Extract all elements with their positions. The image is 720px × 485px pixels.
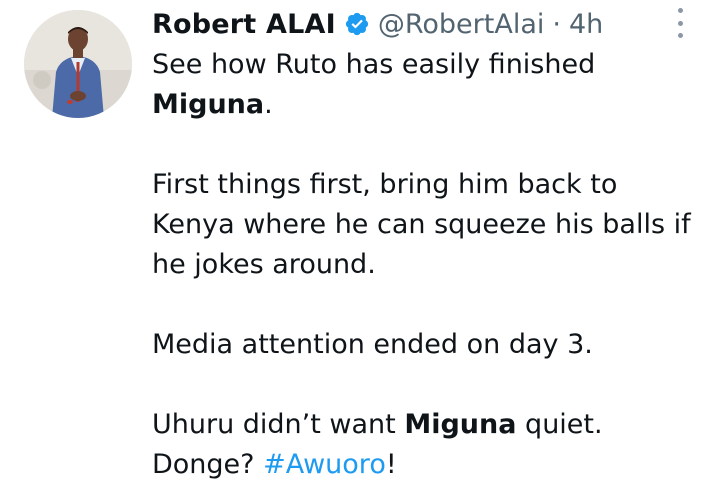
tweet-line: Uhuru didn’t want Miguna quiet. [152, 405, 712, 445]
bold-mention: Miguna [152, 89, 265, 120]
tweet-text-span: First things first, bring him back to [152, 169, 618, 200]
tweet-text-span: Kenya where he can squeeze his balls if [152, 209, 691, 240]
tweet-text-span: Media attention ended on day 3. [152, 329, 593, 360]
more-dot [677, 8, 683, 13]
display-name[interactable]: Robert ALAI [152, 9, 336, 40]
tweet-text-span: quiet. [516, 409, 603, 440]
tweet-header: Robert ALAI @RobertAlai · 4h [152, 4, 603, 44]
tweet-text-span: Donge? [152, 449, 264, 480]
avatar-photo-icon [24, 10, 132, 118]
tweet-text-span: Uhuru didn’t want [152, 409, 405, 440]
more-dot [677, 33, 683, 38]
avatar[interactable] [24, 10, 132, 118]
bold-mention: Miguna [404, 409, 517, 440]
tweet-line: Kenya where he can squeeze his balls if [152, 205, 712, 245]
tweet-text-span: ! [385, 449, 397, 480]
tweet-line: Donge? #Awuoro! [152, 445, 712, 485]
tweet-text-span: . [264, 89, 273, 120]
verified-badge-icon [344, 11, 370, 37]
header-separator: · [552, 8, 561, 40]
tweet-line: Media attention ended on day 3. [152, 325, 712, 365]
hashtag-link[interactable]: #Awuoro [263, 449, 386, 480]
more-dot [677, 20, 683, 26]
tweet-line: First things first, bring him back to [152, 165, 712, 205]
tweet-line: Miguna. [152, 85, 712, 125]
more-options-icon[interactable] [670, 8, 690, 38]
author-handle[interactable]: @RobertAlai [378, 9, 545, 40]
tweet-text-span: See how Ruto has easily finished [152, 49, 596, 80]
tweet-text: See how Ruto has easily finished Miguna.… [152, 45, 712, 485]
tweet-line: See how Ruto has easily finished [152, 45, 712, 85]
tweet-text-span: he jokes around. [152, 249, 376, 280]
tweet-line: he jokes around. [152, 245, 712, 285]
tweet-timestamp[interactable]: 4h [569, 9, 603, 40]
